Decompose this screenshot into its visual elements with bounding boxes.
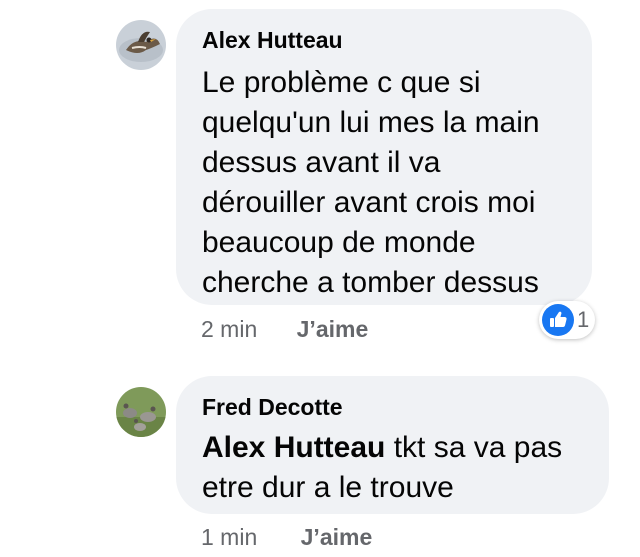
comment-text-fragment: tkt sa va pas [385, 431, 563, 464]
avatar[interactable] [116, 387, 166, 437]
avatar[interactable] [116, 20, 166, 70]
comment-author[interactable]: Fred Decotte [202, 393, 585, 421]
comment-text: Le problème c que si quelqu'un lui mes l… [202, 63, 568, 303]
comment-timestamp[interactable]: 2 min [201, 315, 257, 343]
comment-author[interactable]: Alex Hutteau [202, 26, 568, 54]
comment-bubble: Fred Decotte Alex Hutteau tkt sa va pas … [176, 376, 609, 514]
comment-text-line: dessus avant il va [202, 146, 441, 179]
comment-text-line: cherche a tomber dessus [202, 266, 539, 299]
geese-photo-icon [116, 387, 166, 437]
comment-text-line: beaucoup de monde [202, 226, 476, 259]
bird-photo-icon [116, 20, 166, 70]
reaction-badge[interactable]: 1 [539, 301, 596, 339]
comment-bubble: Alex Hutteau Le problème c que si quelqu… [176, 9, 592, 305]
mention-link[interactable]: Alex Hutteau [202, 431, 385, 464]
comment-text-line: Le problème c que si [202, 66, 481, 99]
comment-text-line: quelqu'un lui mes la main [202, 106, 540, 139]
comment-text: Alex Hutteau tkt sa va pas etre dur a le… [202, 428, 585, 508]
comment-text-line: dérouiller avant crois moi [202, 186, 536, 219]
comment-timestamp[interactable]: 1 min [201, 523, 257, 551]
comment-text-line: Alex Hutteau tkt sa va pas [202, 428, 585, 468]
like-button[interactable]: J’aime [301, 523, 373, 551]
comment-text-line: etre dur a le trouve [202, 471, 454, 504]
thumbs-up-icon [542, 304, 574, 336]
comment-actions: 1 min J’aime [201, 523, 372, 551]
reaction-count: 1 [577, 307, 590, 332]
like-button[interactable]: J’aime [297, 315, 369, 343]
comment-actions: 2 min J’aime [201, 315, 368, 343]
